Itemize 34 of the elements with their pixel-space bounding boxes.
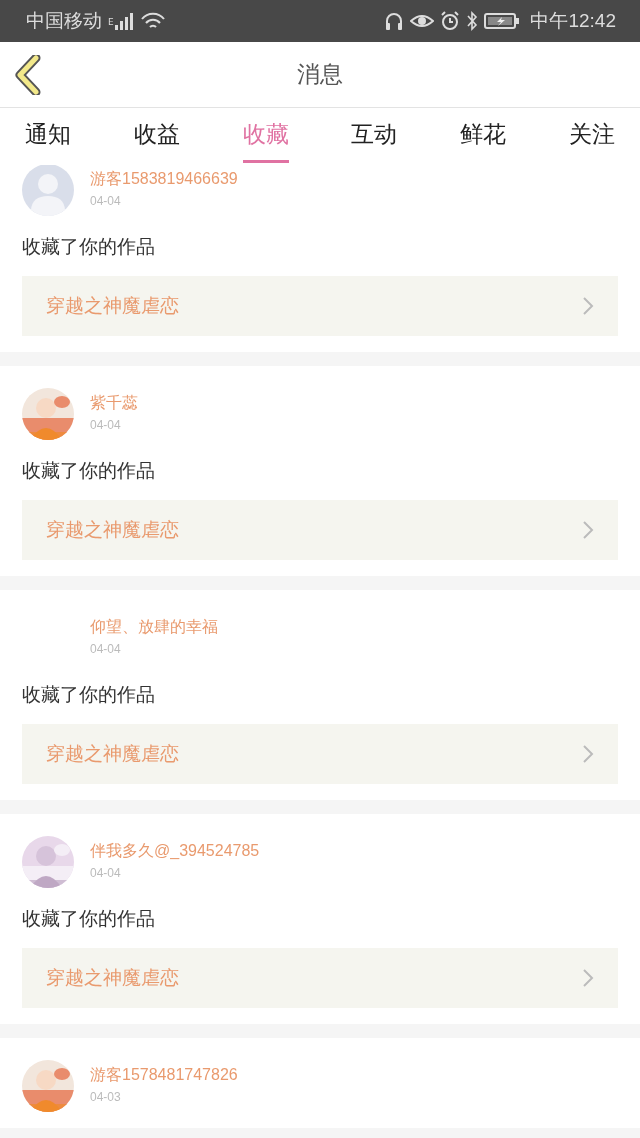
- message-date: 04-04: [90, 193, 122, 209]
- tab[interactable]: 关注: [569, 111, 615, 163]
- signal-icon: [113, 12, 134, 30]
- tab[interactable]: 互动: [351, 111, 398, 163]
- clock-time: 中午12:42: [530, 9, 616, 33]
- user-name: 紫千蕊: [90, 393, 138, 413]
- headphones-icon: [384, 11, 405, 31]
- carrier-name: 中国移动: [26, 8, 102, 33]
- network-type: E: [108, 17, 114, 27]
- message-date: 04-04: [90, 865, 122, 881]
- eye-icon: [410, 12, 435, 30]
- message-text: 收藏了你的作品: [22, 682, 156, 707]
- message-text: 收藏了你的作品: [22, 458, 156, 483]
- wifi-icon: [139, 12, 166, 30]
- chevron-right-icon: [582, 968, 594, 988]
- chevron-right-icon: [582, 744, 594, 764]
- chevron-right-icon: [582, 296, 594, 316]
- page-title: 消息: [297, 60, 343, 89]
- user-name: 游客1583819466639: [90, 169, 238, 189]
- chevron-right-icon: [582, 520, 594, 540]
- tab[interactable]: 鲜花: [460, 111, 507, 163]
- user-name: 伴我多久@_394524785: [90, 841, 260, 861]
- user-name: 游客1578481747826: [90, 1065, 238, 1085]
- message-date: 04-03: [90, 1089, 122, 1105]
- message-text: 收藏了你的作品: [22, 234, 156, 259]
- battery-icon: [484, 12, 521, 30]
- tab[interactable]: 收益: [133, 111, 180, 163]
- bluetooth-icon: [466, 11, 479, 31]
- message-date: 04-04: [90, 641, 122, 657]
- user-name: 仰望、放肆的幸福: [90, 617, 218, 637]
- tab[interactable]: 通知: [25, 111, 71, 163]
- message-text: 收藏了你的作品: [22, 906, 156, 931]
- alarm-icon: [440, 11, 461, 31]
- message-date: 04-04: [90, 417, 122, 433]
